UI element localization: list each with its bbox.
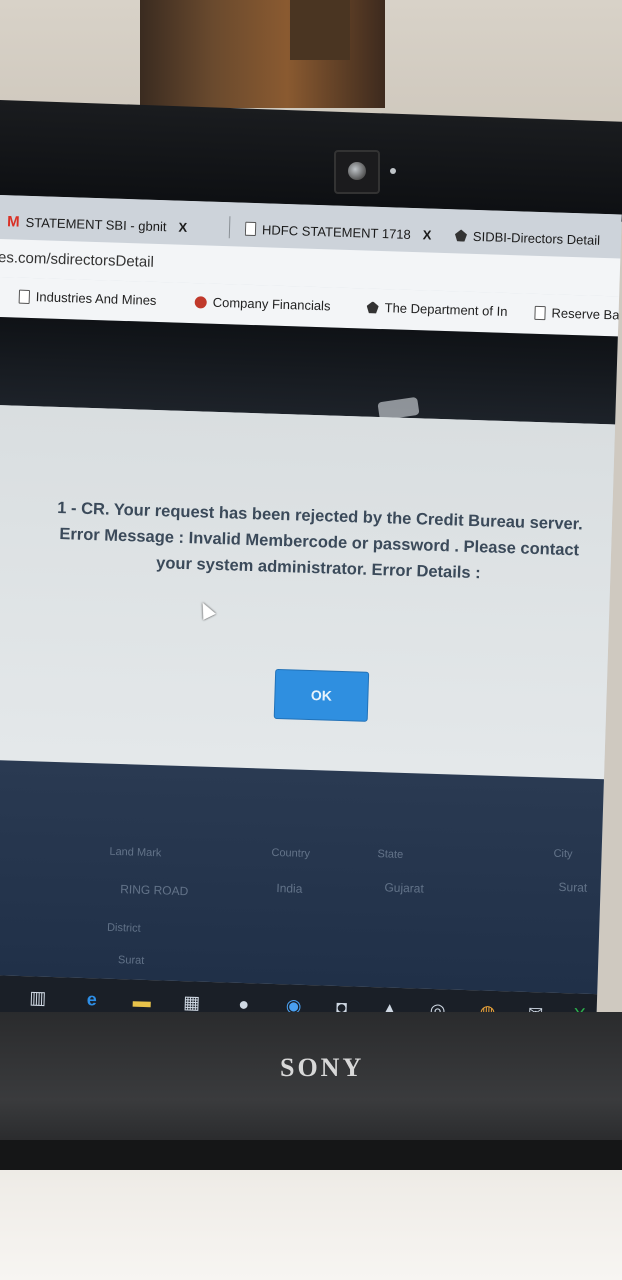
webcam-led (390, 168, 396, 174)
gmail-icon: M (6, 212, 20, 231)
desk-surface (0, 1170, 622, 1280)
ok-button[interactable]: OK (273, 668, 370, 722)
district-value[interactable]: Surat (118, 954, 145, 967)
emblem-icon (455, 229, 467, 241)
search-icon[interactable]: ○ (0, 985, 5, 1008)
tab-sidbi-directors[interactable]: SIDBI-Directors Detail (454, 219, 621, 257)
webcam-icon (334, 150, 380, 194)
document-icon (244, 221, 257, 237)
keyboard-edge (0, 1140, 622, 1170)
city-select[interactable]: Surat (558, 880, 587, 895)
bookmark-department[interactable]: The Department of In (366, 300, 508, 319)
url-text[interactable]: es.com/sdirectorsDetail (0, 249, 154, 271)
close-icon[interactable]: X (178, 219, 187, 234)
file-explorer-icon[interactable]: ▬ (130, 990, 153, 1013)
tab-label: STATEMENT SBI - gbnit (25, 214, 167, 234)
state-label: State (377, 848, 404, 861)
bookmark-reserve-bank[interactable]: Reserve Bank (534, 305, 622, 323)
tab-statement-sbi[interactable]: M STATEMENT SBI - gbnit X (7, 205, 220, 244)
bookmark-company-financials[interactable]: Company Financials (194, 294, 331, 313)
address-field[interactable]: RING ROAD (120, 882, 188, 898)
store-icon[interactable]: ▦ (180, 991, 203, 1014)
edge-icon[interactable]: e (80, 988, 103, 1011)
company-financials-icon (194, 295, 207, 309)
city-label: City (553, 847, 573, 861)
state-select[interactable]: Gujarat (384, 880, 424, 895)
laptop-screen: M STATEMENT SBI - gbnit X HDFC STATEMENT… (0, 195, 622, 1035)
landmark-label: Land Mark (109, 845, 162, 860)
tab-label: SIDBI-Directors Detail (472, 228, 601, 248)
error-message: 1 - CR. Your request has been rejected b… (28, 494, 610, 590)
emblem-icon (366, 301, 378, 313)
tab-label: HDFC STATEMENT 1718 (261, 221, 412, 242)
close-icon[interactable]: X (423, 227, 432, 242)
bookmark-industries[interactable]: Industries And Mines (18, 289, 157, 308)
address-form-background: Land Mark Country State City RING ROAD I… (0, 759, 622, 995)
country-select[interactable]: India (276, 881, 302, 896)
laptop-brand-logo: SONY (280, 1053, 365, 1082)
error-dialog: 1 - CR. Your request has been rejected b… (0, 404, 622, 780)
mouse-cursor-icon (196, 599, 216, 620)
country-label: Country (271, 846, 311, 861)
document-icon (18, 289, 31, 304)
document-icon (534, 305, 546, 320)
task-view-icon[interactable]: ▥ (26, 986, 49, 1009)
tab-hdfc-statement[interactable]: HDFC STATEMENT 1718 X (244, 213, 434, 251)
background-picture-frame (140, 0, 385, 108)
district-label: District (106, 921, 141, 935)
